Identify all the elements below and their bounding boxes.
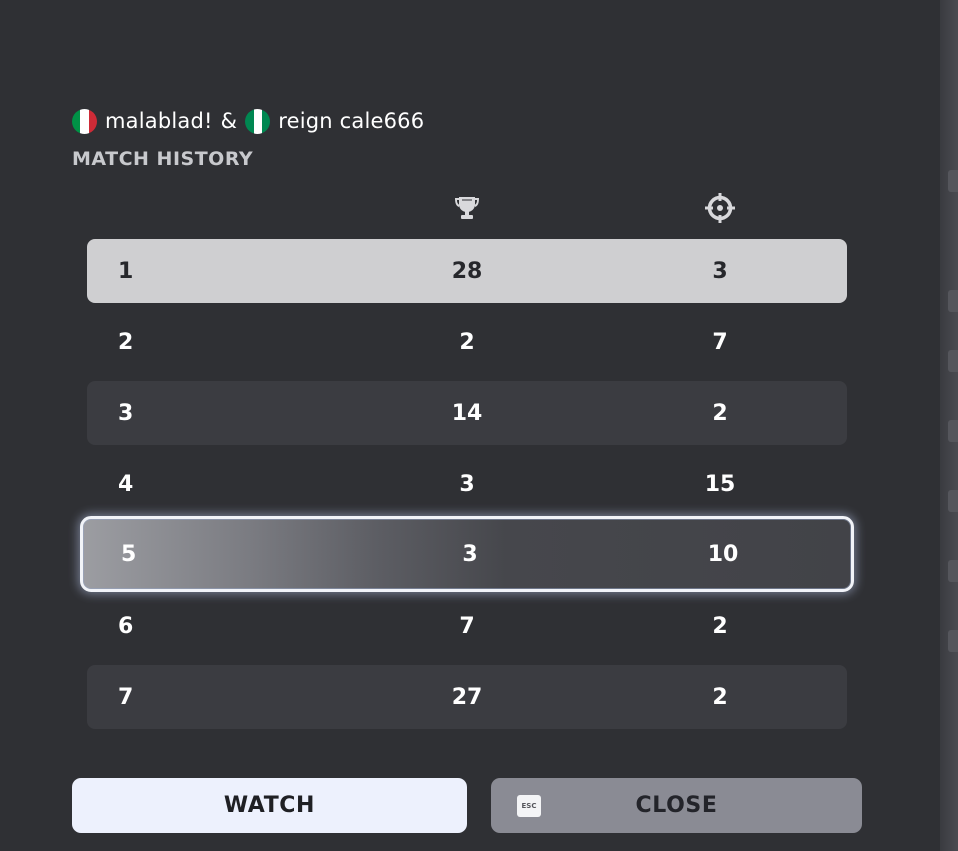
player2-name: reign cale666 <box>278 109 425 133</box>
match-row-7[interactable]: 7 27 2 <box>87 665 847 729</box>
match-kills: 10 <box>707 541 739 567</box>
background-edge <box>940 0 958 851</box>
match-kills: 15 <box>704 471 736 497</box>
section-title: MATCH HISTORY <box>72 148 254 170</box>
crosshair-icon <box>704 192 736 224</box>
edge-decoration <box>948 420 958 442</box>
match-row-2[interactable]: 2 2 7 <box>87 310 847 374</box>
match-row-5-selected[interactable]: 5 3 10 <box>80 516 854 592</box>
match-kills: 7 <box>712 329 728 355</box>
match-row-4[interactable]: 4 3 15 <box>87 452 847 516</box>
player-separator: & <box>220 109 238 133</box>
match-kills: 2 <box>712 400 728 426</box>
edge-decoration <box>948 170 958 192</box>
players-header: malablad! & reign cale666 <box>72 106 424 136</box>
match-kills: 2 <box>712 613 728 639</box>
italy-flag-icon <box>72 108 97 134</box>
match-row-1[interactable]: 1 28 3 <box>87 239 847 303</box>
watch-button[interactable]: WATCH <box>72 778 467 833</box>
watch-button-label: WATCH <box>223 793 316 818</box>
trophy-icon <box>451 192 483 224</box>
close-button-label: CLOSE <box>635 793 718 818</box>
edge-decoration <box>948 490 958 512</box>
edge-decoration <box>948 290 958 312</box>
esc-key-icon: ESC <box>517 795 541 817</box>
edge-decoration <box>948 350 958 372</box>
match-kills: 2 <box>712 684 728 710</box>
player1-name: malablad! <box>105 109 213 133</box>
match-row-3[interactable]: 3 14 2 <box>87 381 847 445</box>
match-kills: 3 <box>712 258 728 284</box>
match-history-panel: malablad! & reign cale666 MATCH HISTORY <box>0 0 940 851</box>
match-history-screen: malablad! & reign cale666 MATCH HISTORY <box>0 0 958 851</box>
edge-decoration <box>948 630 958 652</box>
match-row-6[interactable]: 6 7 2 <box>87 594 847 658</box>
nigeria-flag-icon <box>245 108 271 134</box>
edge-decoration <box>948 560 958 582</box>
close-button[interactable]: ESC CLOSE <box>491 778 862 833</box>
